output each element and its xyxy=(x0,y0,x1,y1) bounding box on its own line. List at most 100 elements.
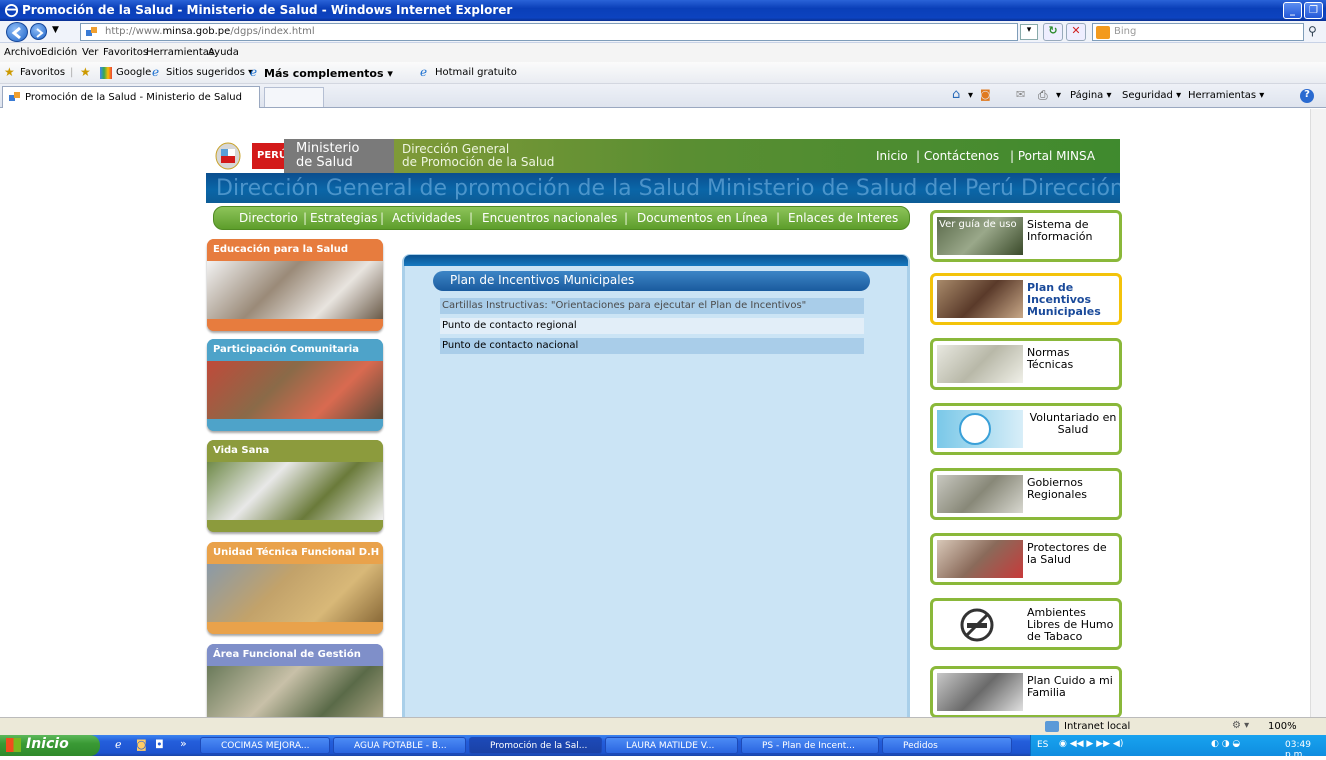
rss-feed-icon[interactable]: ◙ xyxy=(980,88,991,101)
address-dropdown-button[interactable]: ▾ xyxy=(1020,24,1038,40)
restore-button[interactable]: ❐ xyxy=(1304,2,1323,19)
favorites-button[interactable]: Favoritos xyxy=(20,67,65,78)
task-laura[interactable]: LAURA MATILDE V... xyxy=(605,737,738,754)
history-dropdown-icon[interactable]: ▼ xyxy=(52,25,59,35)
link-cartillas[interactable]: Cartillas Instructivas: "Orientaciones p… xyxy=(440,298,864,314)
box-unidad-tecnica[interactable]: Unidad Técnica Funcional D.H xyxy=(207,542,383,634)
bing-icon xyxy=(1096,26,1110,39)
add-favorite-icon[interactable]: ★ xyxy=(80,65,91,79)
menu-pagina[interactable]: Página ▾ xyxy=(1070,90,1112,101)
fav-sitios-sugeridos[interactable]: Sitios sugeridos ▾ xyxy=(166,67,253,78)
forward-button[interactable] xyxy=(30,23,47,40)
btn-gobiernos-regionales[interactable]: Gobiernos Regionales xyxy=(930,468,1122,520)
link-inicio[interactable]: Inicio xyxy=(876,150,908,163)
content-panel-header xyxy=(404,255,908,266)
url-path: /dgps/index.html xyxy=(230,26,315,37)
quicklaunch-more-icon[interactable]: » xyxy=(180,737,187,750)
menu-ver[interactable]: Ver xyxy=(82,47,98,58)
menu-archivo[interactable]: Archivo xyxy=(4,47,41,58)
language-indicator[interactable]: ES xyxy=(1037,740,1048,750)
ministerio-logo: Ministerio de Salud xyxy=(284,139,394,173)
nav-enlaces[interactable]: Enlaces de Interes xyxy=(788,211,898,225)
btn-normas-tecnicas[interactable]: Normas Técnicas xyxy=(930,338,1122,390)
main-nav: Directorio | Estrategias | Actividades |… xyxy=(213,206,910,230)
nav-separator: | xyxy=(624,211,629,225)
minimize-button[interactable]: _ xyxy=(1283,2,1302,19)
print-icon[interactable]: ⎙ xyxy=(1038,88,1048,103)
box-footer xyxy=(207,622,383,634)
back-button[interactable] xyxy=(6,22,28,42)
zoom-level[interactable]: 100% xyxy=(1268,721,1297,732)
btn-plan-cuido[interactable]: Plan Cuido a mi Familia xyxy=(930,666,1122,717)
menu-edicion[interactable]: Edición xyxy=(41,47,77,58)
new-tab-button[interactable] xyxy=(264,87,324,107)
refresh-button[interactable]: ↻ xyxy=(1043,23,1063,41)
url-domain: minsa.gob.pe xyxy=(162,26,231,37)
ie-icon: ℯ xyxy=(420,65,428,79)
home-dropdown-icon[interactable]: ▾ xyxy=(968,90,973,101)
nav-directorio[interactable]: Directorio xyxy=(239,211,298,225)
mail-icon[interactable]: ✉ xyxy=(1016,88,1025,101)
status-bar: Intranet local ⚙ ▾ 100% xyxy=(0,717,1326,735)
btn-ambientes-libres[interactable]: Ambientes Libres de Humo de Tabaco xyxy=(930,598,1122,650)
nav-actividades[interactable]: Actividades xyxy=(392,211,461,225)
tray-icons[interactable]: ◐ ◑ ◒ xyxy=(1211,739,1240,749)
link-contactenos[interactable]: | Contáctenos xyxy=(916,150,999,163)
box-title: Vida Sana xyxy=(207,440,383,462)
stop-button[interactable]: ✕ xyxy=(1066,23,1086,41)
btn-label: Gobiernos Regionales xyxy=(1027,476,1087,501)
box-educacion[interactable]: Educación para la Salud xyxy=(207,239,383,331)
plan-cuido-photo xyxy=(937,673,1023,711)
ie-quicklaunch-icon[interactable]: ℯ xyxy=(115,738,122,751)
favorites-bar: ★ Favoritos | ★ Google ℯ Sitios sugerido… xyxy=(0,62,1326,84)
home-icon[interactable]: ⌂ xyxy=(952,87,960,102)
protected-mode-icon[interactable]: ⚙ ▾ xyxy=(1232,720,1249,731)
menu-ayuda[interactable]: Ayuda xyxy=(208,47,239,58)
nav-estrategias[interactable]: Estrategias xyxy=(310,211,377,225)
btn-sistema-informacion[interactable]: Ver guía de uso Sistema de Información xyxy=(930,210,1122,262)
fav-mas-complementos[interactable]: Más complementos ▾ xyxy=(264,67,393,80)
help-icon[interactable]: ? xyxy=(1300,89,1314,103)
nav-documentos[interactable]: Documentos en Línea xyxy=(637,211,768,225)
box-vida-sana[interactable]: Vida Sana xyxy=(207,440,383,532)
menu-favoritos[interactable]: Favoritos xyxy=(103,47,148,58)
menu-bar: Archivo Edición Ver Favoritos Herramient… xyxy=(0,43,1326,62)
tab-title: Promoción de la Salud - Ministerio de Sa… xyxy=(25,92,242,103)
quicklaunch-icon[interactable]: ◘ xyxy=(155,738,164,751)
btn-voluntariado[interactable]: Voluntariado en Salud xyxy=(930,403,1122,455)
btn-protectores[interactable]: Protectores de la Salud xyxy=(930,533,1122,585)
guide-link[interactable]: Ver guía de uso xyxy=(939,219,1017,230)
media-controls-icon[interactable]: ◉ ◀◀ ▶ ▶▶ ◀) xyxy=(1059,739,1123,749)
nav-separator: | xyxy=(776,211,781,225)
divider: | xyxy=(70,67,74,78)
task-pedidos[interactable]: Pedidos xyxy=(882,737,1012,754)
search-input[interactable]: Bing xyxy=(1092,23,1304,41)
google-icon xyxy=(100,67,112,79)
nav-encuentros[interactable]: Encuentros nacionales xyxy=(482,211,617,225)
dgps-header: Dirección General de Promoción de la Salu… xyxy=(394,139,1120,173)
vertical-scrollbar[interactable] xyxy=(1310,109,1326,717)
start-button[interactable]: Inicio xyxy=(0,735,100,756)
link-portal-minsa[interactable]: | Portal MINSA xyxy=(1010,150,1095,163)
box-area-funcional[interactable]: Área Funcional de Gestión xyxy=(207,644,383,717)
fav-hotmail[interactable]: Hotmail gratuito xyxy=(435,67,517,78)
quicklaunch-icon[interactable]: ◙ xyxy=(136,738,147,751)
fav-google[interactable]: Google xyxy=(116,67,151,78)
menu-herramientas-cmd[interactable]: Herramientas ▾ xyxy=(1188,90,1264,101)
box-title: Educación para la Salud xyxy=(207,239,383,261)
link-contacto-nacional[interactable]: Punto de contacto nacional xyxy=(440,338,864,354)
btn-plan-incentivos[interactable]: Plan de Incentivos Municipales xyxy=(930,273,1122,325)
menu-herramientas[interactable]: Herramientas xyxy=(146,47,214,58)
link-contacto-regional[interactable]: Punto de contacto regional xyxy=(440,318,864,334)
print-dropdown-icon[interactable]: ▾ xyxy=(1056,90,1061,101)
search-icon[interactable]: ⚲ xyxy=(1308,24,1317,38)
address-input[interactable]: http://www.minsa.gob.pe/dgps/index.html xyxy=(80,23,1018,41)
url-prefix: http://www. xyxy=(105,26,163,37)
task-plan-incentivos[interactable]: PS - Plan de Incent... xyxy=(741,737,879,754)
task-cocimas[interactable]: COCIMAS MEJORA... xyxy=(200,737,330,754)
tab-active[interactable]: Promoción de la Salud - Ministerio de Sa… xyxy=(2,86,260,108)
task-agua-potable[interactable]: AGUA POTABLE - B... xyxy=(333,737,466,754)
menu-seguridad[interactable]: Seguridad ▾ xyxy=(1122,90,1181,101)
task-promocion[interactable]: Promoción de la Sal... xyxy=(469,737,602,754)
box-participacion[interactable]: Participación Comunitaria xyxy=(207,339,383,431)
